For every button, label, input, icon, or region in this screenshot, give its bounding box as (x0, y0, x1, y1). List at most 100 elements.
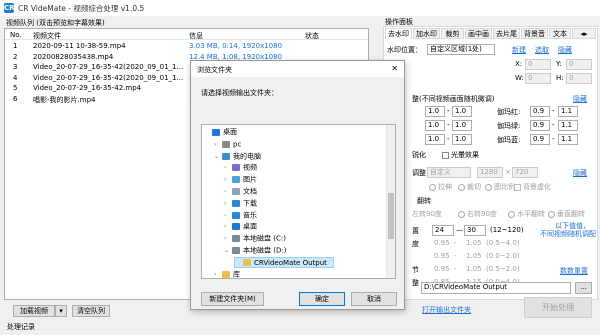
folder-tree[interactable]: 桌面 › pc ⌄ 我的电脑 › 视频 › 图片 › 文档 › 下载 › 音乐 › 桌面 › 本地磁盘 (C:) ⌄ 本… (201, 124, 396, 279)
adjust-max-input[interactable]: 1.0 (452, 106, 472, 117)
adjust-dash: - (447, 135, 450, 143)
radio-icon[interactable] (508, 210, 515, 218)
row-file: 2020-09-11 10-38-59.mp4 (33, 42, 126, 50)
h-input[interactable]: 0 (566, 73, 592, 84)
tab-remove-watermark[interactable]: 去水印 (385, 28, 412, 39)
glow-effect-checkbox[interactable]: 光暈效果 (442, 150, 479, 160)
add-video-dropdown-button[interactable]: ▾ (55, 305, 67, 317)
width-input[interactable]: 1280 (477, 167, 503, 178)
tab-pip[interactable]: 画中画 (465, 28, 492, 39)
adjust-min-input[interactable]: 1.0 (425, 106, 445, 117)
w-input[interactable]: 0 (525, 73, 551, 84)
col-status[interactable]: 状态 (305, 31, 319, 41)
radio-icon[interactable] (458, 183, 465, 191)
expand-chevron-icon[interactable]: › (224, 198, 232, 209)
expand-chevron-icon[interactable]: › (224, 233, 232, 244)
new-region-link[interactable]: 新建 (512, 45, 526, 55)
hide-region-link[interactable]: 隐藏 (558, 45, 572, 55)
tree-item[interactable]: › 图片 (224, 174, 257, 185)
gamma-min-input[interactable]: 0.9 (530, 134, 550, 145)
fill-option-2[interactable]: 图比例 (485, 182, 515, 192)
tree-item[interactable]: › 桌面 (224, 221, 257, 232)
glow-checkbox-box[interactable] (442, 151, 449, 159)
gamma-min-input[interactable]: 0.9 (530, 106, 550, 117)
tab-crop[interactable]: 裁剪 (441, 28, 464, 39)
tree-item[interactable]: ⌄ 我的电脑 (214, 151, 261, 162)
start-processing-button[interactable]: 开始处理 (524, 297, 592, 318)
tree-item[interactable]: › 本地磁盘 (C:) (224, 233, 286, 244)
dialog-ok-button[interactable]: 确定 (299, 292, 345, 306)
output-path-input[interactable]: D:\CRVideoMate Output (421, 282, 571, 294)
col-file[interactable]: 视频文件 (33, 31, 61, 41)
browse-output-button[interactable]: ... (575, 282, 592, 294)
expand-chevron-icon[interactable]: › (214, 269, 222, 278)
dialog-close-icon[interactable]: ✕ (391, 64, 398, 73)
tree-item[interactable]: 桌面 (204, 127, 237, 138)
tree-item[interactable]: › pc (214, 139, 241, 150)
adjust-max-input[interactable]: 1.0 (452, 134, 472, 145)
gamma-max-input[interactable]: 1.1 (558, 106, 578, 117)
tree-scrollbar-thumb[interactable] (388, 193, 394, 239)
col-info[interactable]: 信息 (189, 31, 203, 41)
reset-params-link[interactable]: 数数重置 (560, 266, 588, 276)
tree-item[interactable]: › 音乐 (224, 210, 257, 221)
tree-item[interactable]: › 下载 (224, 198, 257, 209)
expand-chevron-icon[interactable]: › (224, 221, 232, 232)
y-input[interactable]: 0 (566, 59, 592, 70)
tree-item[interactable]: › 文档 (224, 186, 257, 197)
expand-chevron-icon[interactable]: ⌄ (214, 151, 222, 162)
adjust-min-input[interactable]: 1.0 (425, 134, 445, 145)
expand-chevron-icon[interactable]: › (224, 186, 232, 197)
fps-min-input[interactable]: 24 (432, 225, 454, 236)
rotate-option-3[interactable]: 垂直翻转 (548, 209, 585, 219)
radio-icon[interactable] (458, 210, 465, 218)
add-video-button[interactable]: 加载视频 (13, 305, 55, 317)
open-output-folder-link[interactable]: 打开输出文件夹 (422, 305, 471, 315)
x-input[interactable]: 0 (525, 59, 551, 70)
expand-chevron-icon[interactable]: › (224, 210, 232, 221)
fill-option-3[interactable]: 背景虚化 (514, 182, 551, 192)
adjust-min-input[interactable]: 1.0 (425, 120, 445, 131)
tree-item[interactable]: ⌄ 本地磁盘 (D:) (224, 245, 286, 256)
fps-max-input[interactable]: 30 (464, 225, 486, 236)
tree-item[interactable]: CRVideoMate Output (234, 256, 334, 268)
tab-add-watermark[interactable]: 加水印 (413, 28, 440, 39)
hide-adjust-link[interactable]: 隐藏 (573, 94, 587, 104)
height-input[interactable]: 720 (512, 167, 538, 178)
rotate-option-1[interactable]: 右转90度 (458, 209, 497, 219)
tab-bgm[interactable]: 背景音 (521, 28, 548, 39)
dialog-cancel-button[interactable]: 取消 (351, 292, 397, 306)
tree-item[interactable]: › 库 (214, 269, 240, 278)
fill-option-0[interactable]: 拉伸 (429, 182, 452, 192)
expand-chevron-icon[interactable]: › (214, 139, 222, 150)
radio-icon[interactable] (429, 183, 436, 191)
expand-chevron-icon[interactable]: › (224, 162, 232, 173)
expand-chevron-icon[interactable]: › (224, 174, 232, 185)
radio-icon[interactable] (548, 210, 555, 218)
pick-region-link[interactable]: 选取 (535, 45, 549, 55)
checkbox-icon[interactable] (514, 183, 521, 191)
gamma-max-input[interactable]: 1.1 (558, 120, 578, 131)
tab-scroll-arrows[interactable]: ◂▸ (572, 28, 596, 39)
new-folder-button[interactable]: 新建文件夹(M) (201, 292, 264, 306)
rotate-option-2[interactable]: 水平翻转 (508, 209, 545, 219)
gamma-min-input[interactable]: 0.9 (530, 120, 550, 131)
tab-text[interactable]: 文本 (549, 28, 571, 39)
col-no[interactable]: No. (10, 31, 22, 39)
tab-trim-end[interactable]: 去片尾 (493, 28, 520, 39)
resize-mode-select[interactable]: 自定义 (427, 167, 471, 178)
fill-option-1[interactable]: 裁切 (458, 182, 481, 192)
tree-scrollbar[interactable] (386, 125, 395, 278)
rotate-option-0[interactable]: 左转90度 (412, 209, 442, 219)
range-key: 度 (412, 240, 419, 248)
queue-row[interactable]: 1 2020-09-11 10-38-59.mp4 3.03 MB, 0:14, 1… (5, 41, 368, 52)
watermark-mode-select[interactable]: 自定义区域(1处) (427, 44, 495, 55)
tree-item-label: 桌面 (243, 222, 257, 231)
gamma-max-input[interactable]: 1.1 (558, 134, 578, 145)
expand-chevron-icon[interactable]: ⌄ (224, 245, 232, 256)
tree-item[interactable]: › 视频 (224, 162, 257, 173)
hide-resize-link[interactable]: 隐藏 (573, 168, 587, 178)
adjust-max-input[interactable]: 1.0 (452, 120, 472, 131)
radio-icon[interactable] (485, 183, 492, 191)
clear-queue-button[interactable]: 清空队列 (72, 305, 110, 317)
